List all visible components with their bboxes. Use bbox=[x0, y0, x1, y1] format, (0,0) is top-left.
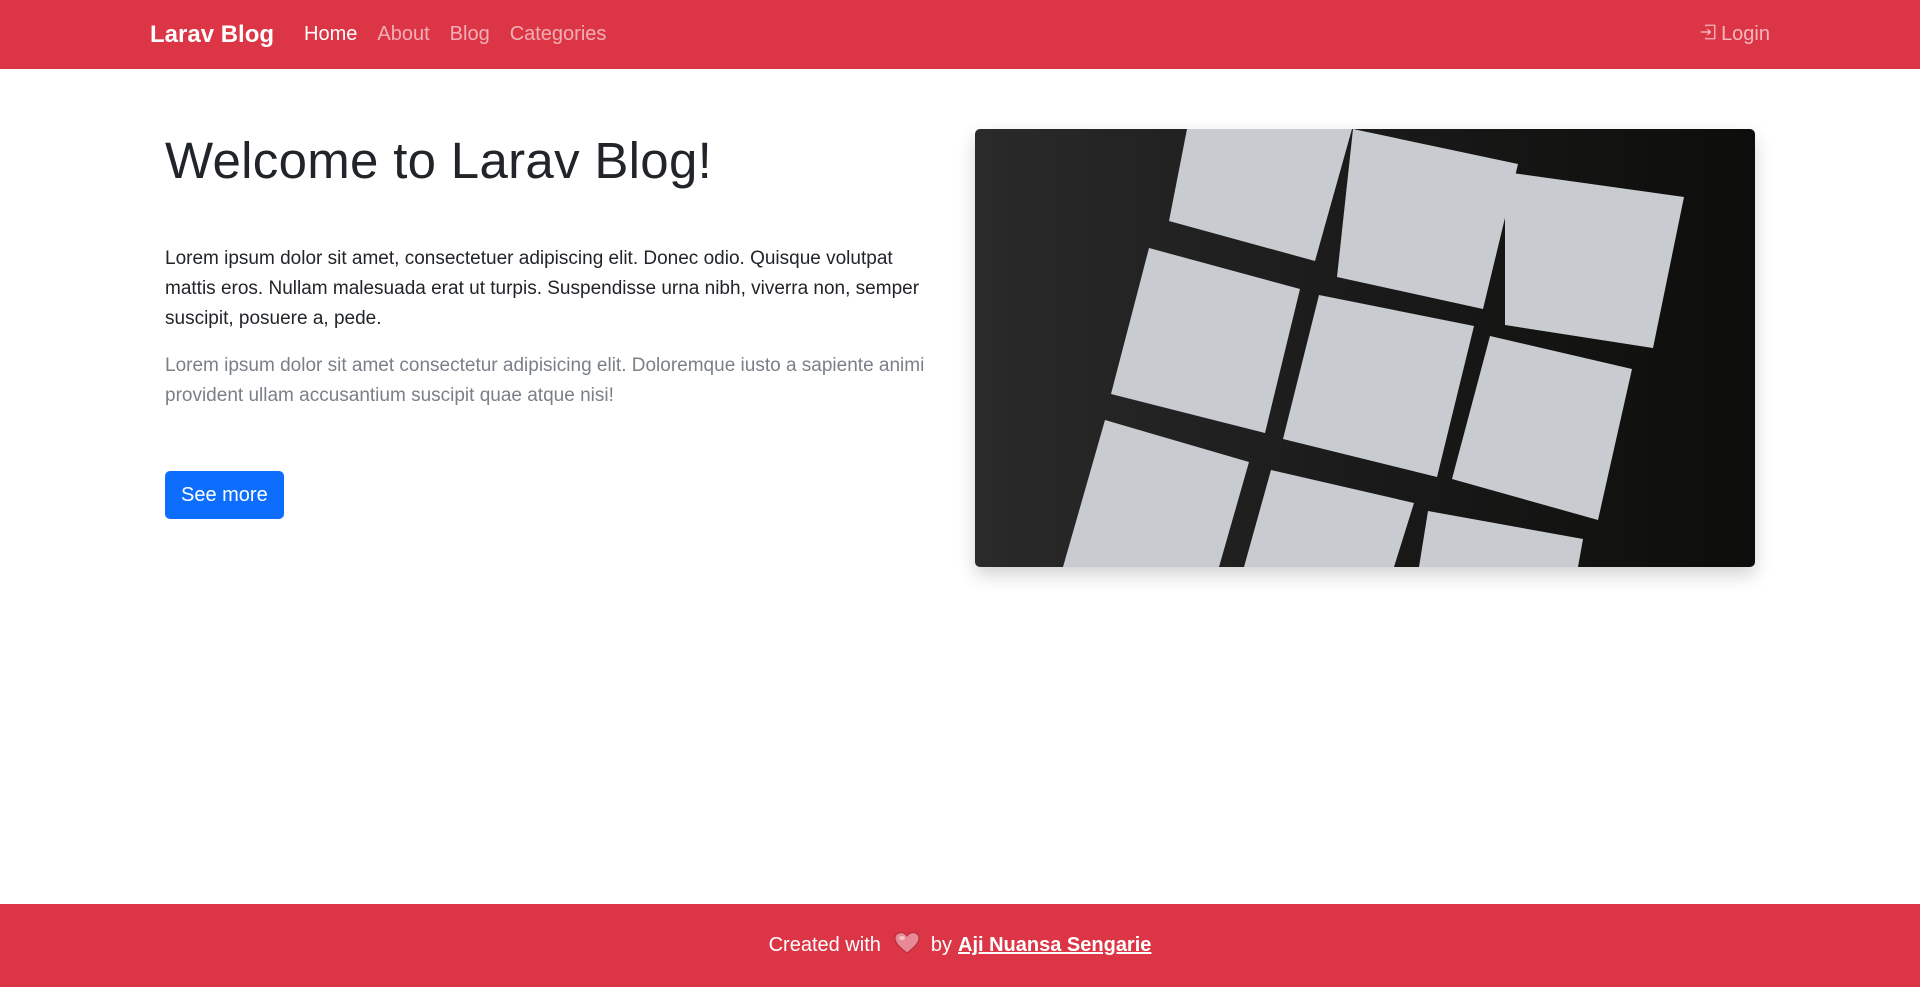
box-arrow-in-right-icon bbox=[1699, 23, 1721, 47]
nav-link-about[interactable]: About bbox=[377, 23, 429, 46]
nav-link-blog[interactable]: Blog bbox=[450, 23, 490, 46]
nav-link-categories[interactable]: Categories bbox=[510, 23, 607, 46]
login-link[interactable]: Login bbox=[1699, 23, 1770, 47]
nav-left: Larav Blog Home About Blog Categories bbox=[150, 21, 626, 49]
hero-muted-paragraph: Lorem ipsum dolor sit amet consectetur a… bbox=[165, 355, 925, 406]
footer-prefix: Created with bbox=[768, 934, 881, 956]
hero-lead-paragraph: Lorem ipsum dolor sit amet, consectetuer… bbox=[165, 248, 920, 329]
hero-image bbox=[975, 129, 1755, 567]
see-more-button[interactable]: See more bbox=[165, 471, 284, 519]
navbar-container: Larav Blog Home About Blog Categories Lo… bbox=[140, 21, 1780, 49]
footer: Created with by Aji Nuansa Sengarie bbox=[0, 904, 1920, 987]
author-link[interactable]: Aji Nuansa Sengarie bbox=[958, 934, 1151, 957]
heart-icon bbox=[893, 931, 921, 961]
footer-by: by bbox=[930, 934, 952, 956]
login-label: Login bbox=[1721, 23, 1770, 45]
navbar: Larav Blog Home About Blog Categories Lo… bbox=[0, 0, 1920, 69]
page-title: Welcome to Larav Blog! bbox=[165, 132, 713, 189]
brand-link[interactable]: Larav Blog bbox=[150, 21, 274, 49]
nav-link-home[interactable]: Home bbox=[304, 23, 357, 46]
hero-content: Welcome to Larav Blog! Lorem ipsum dolor… bbox=[165, 128, 940, 519]
